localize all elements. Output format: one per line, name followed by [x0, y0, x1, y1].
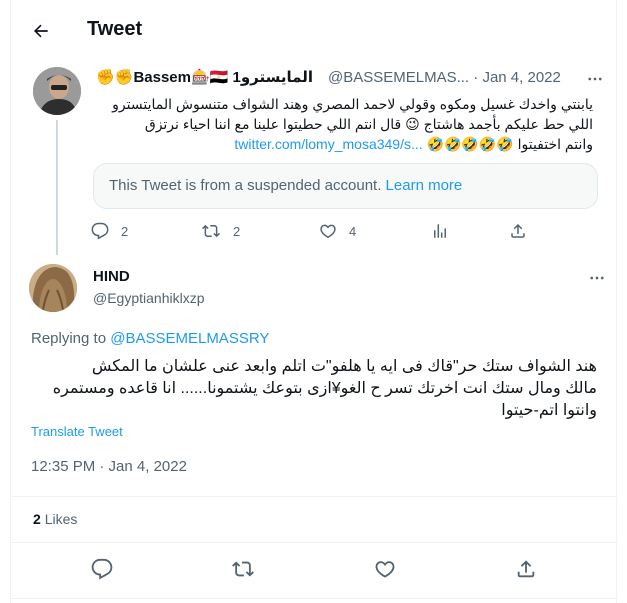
reply-count: 2 — [121, 223, 129, 239]
quoted-tweet-link[interactable]: twitter.com/lomy_mosa349/s... — [234, 136, 422, 152]
share-icon — [509, 222, 527, 240]
avatar[interactable] — [33, 67, 81, 115]
quoted-display-name[interactable]: المايسترو1 Bassem🎰🇪🇬✊✊ — [96, 68, 313, 86]
share-icon[interactable] — [513, 556, 539, 582]
quoted-date[interactable]: Jan 4, 2022 — [482, 69, 560, 86]
suspended-notice: This Tweet is from a suspended account. … — [93, 163, 598, 209]
quoted-tweet-header: المايسترو1 Bassem🎰🇪🇬✊✊ @BASSEMELMAS... ·… — [93, 68, 603, 88]
like-count: 4 — [349, 223, 357, 239]
likes-count: 2 — [33, 511, 41, 527]
views-icon — [431, 222, 449, 240]
tweet-page: Tweet المايسترو1 Bassem🎰🇪🇬✊✊ @BASSEMELMA… — [10, 0, 618, 603]
quoted-line-3: وانتم اختفيتوا 🤣🤣🤣🤣🤣 twitter.com/lomy_mo… — [93, 134, 593, 154]
replying-to: Replying to @BASSEMELMASSRY — [31, 330, 269, 347]
share-button[interactable] — [509, 222, 527, 240]
quoted-line-1: يابنتي واخدك غسيل ومكوه وقولي لاحمد المص… — [112, 96, 593, 112]
back-arrow-icon[interactable] — [29, 19, 53, 43]
like-icon — [319, 222, 337, 240]
suspended-text: This Tweet is from a suspended account. — [109, 177, 382, 194]
quoted-tweet-text: يابنتي واخدك غسيل ومكوه وقولي لاحمد المص… — [93, 94, 593, 154]
quoted-tweet-actions: 2 2 4 — [91, 218, 525, 244]
retweet-icon — [201, 222, 221, 240]
more-icon[interactable] — [585, 69, 605, 89]
likes-stat[interactable]: 2 Likes — [33, 511, 77, 527]
author-handle[interactable]: @Egyptianhiklxzp — [93, 290, 205, 306]
like-icon[interactable] — [372, 556, 398, 582]
quoted-line-2: اللي حط عليكم بأجمد هاشتاج 😉 قال انتم ال… — [144, 116, 593, 132]
retweet-icon[interactable] — [230, 556, 256, 582]
reply-button[interactable]: 2 — [91, 222, 128, 240]
tweet-text: هند الشواف ستك حر"قاك فى ايه يا هلفو"ت ا… — [52, 358, 597, 419]
learn-more-link[interactable]: Learn more — [386, 177, 463, 194]
views-button[interactable] — [431, 222, 449, 240]
retweet-count: 2 — [233, 223, 241, 239]
likes-label: Likes — [44, 511, 78, 527]
thread-connector — [56, 120, 58, 255]
tweet-timestamp[interactable]: 12:35 PM · Jan 4, 2022 — [31, 458, 187, 475]
more-icon[interactable] — [587, 268, 607, 288]
translate-tweet-link[interactable]: Translate Tweet — [31, 424, 123, 439]
reply-icon[interactable] — [89, 556, 115, 582]
replying-mention[interactable]: @BASSEMELMASSRY — [110, 330, 269, 347]
author-display-name[interactable]: HIND — [93, 268, 130, 285]
avatar[interactable] — [29, 264, 77, 312]
quoted-meta: @BASSEMELMAS... · Jan 4, 2022 — [328, 69, 561, 86]
page-header: Tweet — [11, 0, 618, 62]
quoted-line-3-text: وانتم اختفيتوا 🤣🤣🤣🤣🤣 — [426, 136, 593, 152]
divider — [11, 542, 618, 543]
replying-prefix: Replying to — [31, 330, 107, 347]
retweet-button[interactable]: 2 — [201, 222, 240, 240]
divider — [11, 598, 618, 599]
reply-icon — [91, 222, 109, 240]
divider — [11, 496, 618, 497]
like-button[interactable]: 4 — [319, 222, 356, 240]
tweet-actions — [11, 556, 618, 582]
page-title: Tweet — [87, 18, 143, 40]
quoted-handle[interactable]: @BASSEMELMAS... — [328, 69, 469, 86]
